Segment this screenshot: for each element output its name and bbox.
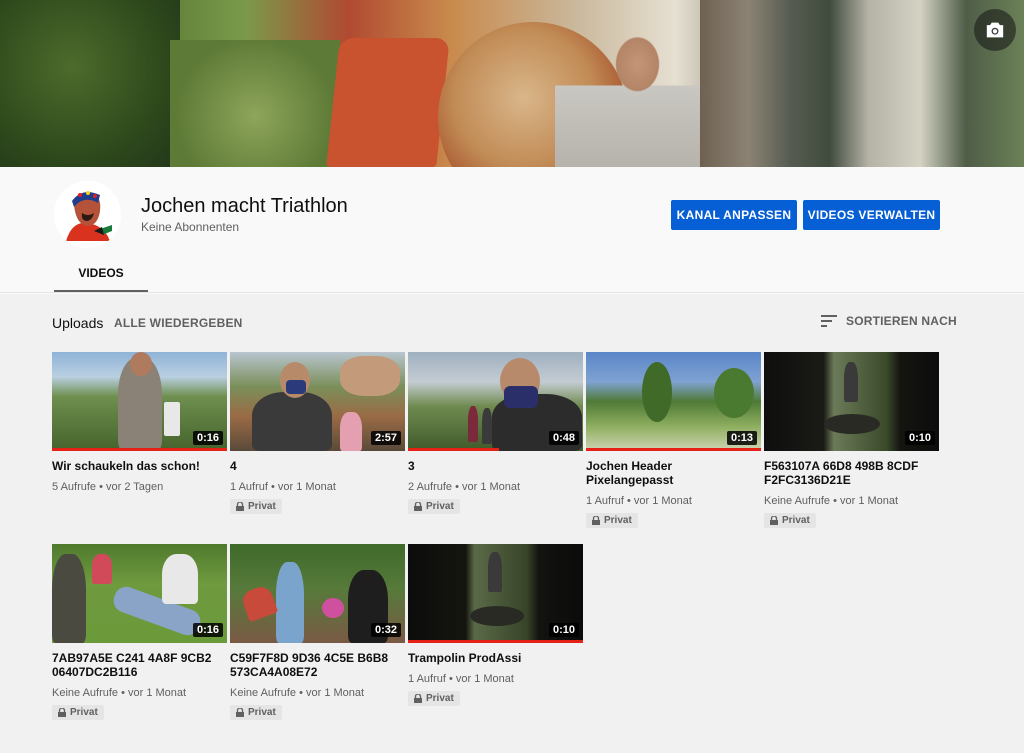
video-duration: 2:57: [370, 431, 401, 445]
video-meta: Keine Aufrufe • vor 1 Monat: [52, 687, 187, 699]
video-thumbnail[interactable]: 0:48: [408, 352, 583, 451]
customize-channel-button[interactable]: KANAL ANPASSEN: [671, 200, 797, 230]
channel-name: Jochen macht Triathlon: [141, 195, 348, 217]
uploads-title: Uploads: [52, 315, 104, 331]
video-thumbnail[interactable]: 0:10: [764, 352, 939, 451]
video-card[interactable]: 0:10 F563107A 66D8 498B 8CDF F2FC3136D21…: [764, 352, 939, 530]
video-duration: 0:32: [370, 623, 401, 637]
videos-section: Uploads ALLE WIEDERGEBEN SORTIEREN NACH …: [0, 294, 1024, 753]
privacy-badge: Privat: [230, 499, 282, 514]
video-duration: 0:13: [726, 431, 757, 445]
video-title[interactable]: C59F7F8D 9D36 4C5E B6B8 573CA4A08E72: [230, 651, 405, 679]
watch-progress-bar: [408, 448, 499, 451]
sort-icon: [821, 315, 837, 327]
video-thumbnail[interactable]: 0:16: [52, 544, 227, 643]
video-duration: 0:10: [904, 431, 935, 445]
tab-videos[interactable]: VIDEOS: [54, 255, 148, 292]
watch-progress-bar: [408, 640, 583, 643]
video-card[interactable]: 0:10 Trampolin ProdAssi 1 Aufruf • vor 1…: [408, 544, 583, 708]
avatar[interactable]: [54, 181, 121, 248]
video-title[interactable]: 7AB97A5E C241 4A8F 9CB2 06407DC2B116: [52, 651, 227, 679]
video-meta: 1 Aufruf • vor 1 Monat: [408, 673, 514, 685]
lock-icon: [236, 708, 244, 717]
video-card[interactable]: 0:16 Wir schaukeln das schon! 5 Aufrufe …: [52, 352, 227, 493]
privacy-badge: Privat: [764, 513, 816, 528]
video-thumbnail[interactable]: 0:32: [230, 544, 405, 643]
video-title[interactable]: Jochen Header Pixelangepasst: [586, 459, 761, 487]
video-meta: 1 Aufruf • vor 1 Monat: [586, 495, 692, 507]
video-meta: Keine Aufrufe • vor 1 Monat: [764, 495, 899, 507]
video-duration: 0:16: [192, 431, 223, 445]
video-meta: 5 Aufrufe • vor 2 Tagen: [52, 481, 164, 493]
subscriber-count: Keine Abonnenten: [141, 220, 240, 234]
watch-progress-bar: [52, 448, 227, 451]
video-thumbnail[interactable]: 2:57: [230, 352, 405, 451]
video-duration: 0:48: [548, 431, 579, 445]
lock-icon: [58, 708, 66, 717]
play-all-button[interactable]: ALLE WIEDERGEBEN: [114, 316, 243, 330]
sort-button[interactable]: SORTIEREN NACH: [821, 314, 957, 328]
video-title[interactable]: 4: [230, 459, 405, 473]
edit-banner-button[interactable]: [974, 9, 1016, 51]
video-thumbnail[interactable]: 0:16: [52, 352, 227, 451]
channel-header: Jochen macht Triathlon Keine Abonnenten …: [0, 167, 1024, 293]
lock-icon: [414, 502, 422, 511]
camera-icon: [986, 22, 1004, 38]
privacy-badge: Privat: [586, 513, 638, 528]
lock-icon: [414, 694, 422, 703]
video-title[interactable]: 3: [408, 459, 583, 473]
video-duration: 0:10: [548, 623, 579, 637]
video-duration: 0:16: [192, 623, 223, 637]
video-card[interactable]: 2:57 4 1 Aufruf • vor 1 Monat Privat: [230, 352, 405, 516]
privacy-badge: Privat: [408, 499, 460, 514]
channel-banner: [0, 0, 1024, 167]
video-thumbnail[interactable]: 0:13: [586, 352, 761, 451]
video-meta: 1 Aufruf • vor 1 Monat: [230, 481, 336, 493]
lock-icon: [592, 516, 600, 525]
video-card[interactable]: 0:32 C59F7F8D 9D36 4C5E B6B8 573CA4A08E7…: [230, 544, 405, 722]
manage-videos-button[interactable]: VIDEOS VERWALTEN: [803, 200, 940, 230]
watch-progress-bar: [586, 448, 761, 451]
privacy-badge: Privat: [52, 705, 104, 720]
sort-label: SORTIEREN NACH: [846, 314, 957, 328]
video-card[interactable]: 0:16 7AB97A5E C241 4A8F 9CB2 06407DC2B11…: [52, 544, 227, 722]
video-title[interactable]: Trampolin ProdAssi: [408, 651, 583, 665]
video-title[interactable]: F563107A 66D8 498B 8CDF F2FC3136D21E: [764, 459, 939, 487]
video-card[interactable]: 0:13 Jochen Header Pixelangepasst 1 Aufr…: [586, 352, 761, 530]
video-meta: 2 Aufrufe • vor 1 Monat: [408, 481, 521, 493]
privacy-badge: Privat: [230, 705, 282, 720]
video-title[interactable]: Wir schaukeln das schon!: [52, 459, 227, 473]
video-card[interactable]: 0:48 3 2 Aufrufe • vor 1 Monat Privat: [408, 352, 583, 516]
privacy-badge: Privat: [408, 691, 460, 706]
video-meta: Keine Aufrufe • vor 1 Monat: [230, 687, 365, 699]
lock-icon: [770, 516, 778, 525]
lock-icon: [236, 502, 244, 511]
video-thumbnail[interactable]: 0:10: [408, 544, 583, 643]
